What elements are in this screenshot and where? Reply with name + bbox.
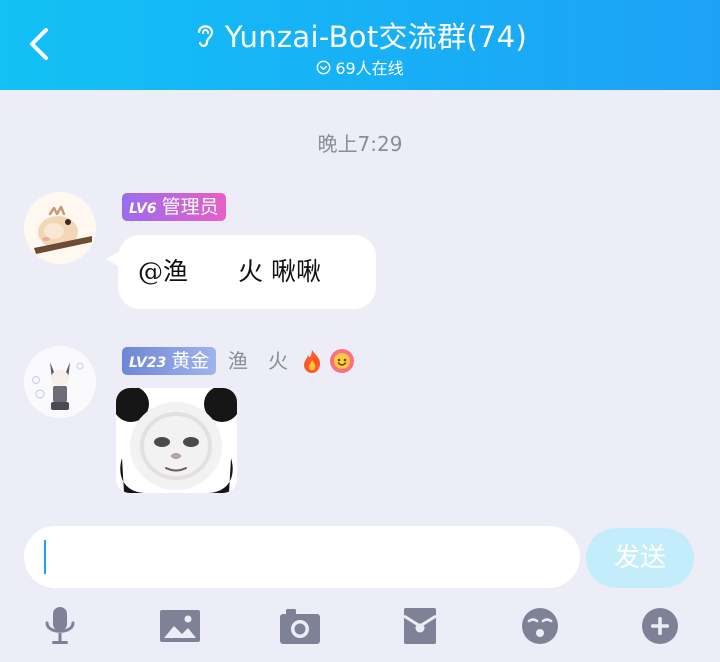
message-bubble[interactable]: @渔 火 啾啾	[118, 235, 376, 309]
level-badge: LV23 黄金	[122, 347, 217, 375]
microphone-icon[interactable]	[40, 605, 80, 647]
avatar[interactable]	[24, 192, 96, 264]
red-packet-icon[interactable]	[400, 605, 440, 647]
camera-icon[interactable]	[280, 605, 320, 647]
panda-sticker-image	[116, 388, 237, 493]
message-time: 晚上7:29	[317, 132, 403, 156]
flower-emoji-icon	[330, 349, 354, 373]
group-title: Yunzai-Bot交流群(74)	[224, 20, 528, 54]
send-button[interactable]: 发送	[586, 528, 694, 588]
admin-badge: LV6 管理员	[122, 193, 226, 221]
message-input[interactable]	[24, 526, 580, 588]
avatar-image	[24, 192, 96, 264]
avatar[interactable]	[24, 346, 96, 418]
online-count: 69人在线	[335, 59, 404, 78]
chevron-circle-icon	[316, 60, 331, 74]
title-row[interactable]: Yunzai-Bot交流群(74)	[0, 14, 720, 56]
role-label: 管理员	[161, 196, 219, 218]
ear-icon	[197, 25, 213, 47]
chat-header: Yunzai-Bot交流群(74) 69人在线	[0, 0, 720, 90]
level-label: LV23	[129, 355, 167, 371]
rank-label: 黄金	[171, 350, 210, 372]
online-status[interactable]: 69人在线	[0, 55, 720, 79]
fire-icon	[304, 350, 321, 373]
sender-name[interactable]: 渔 火	[228, 347, 288, 375]
level-label: LV6	[129, 201, 157, 217]
panda-sticker[interactable]	[116, 388, 237, 493]
emoji-icon[interactable]	[520, 605, 560, 647]
text-caret	[44, 540, 46, 574]
avatar-image	[24, 346, 96, 418]
image-icon[interactable]	[160, 605, 200, 647]
plus-icon[interactable]	[640, 605, 680, 647]
